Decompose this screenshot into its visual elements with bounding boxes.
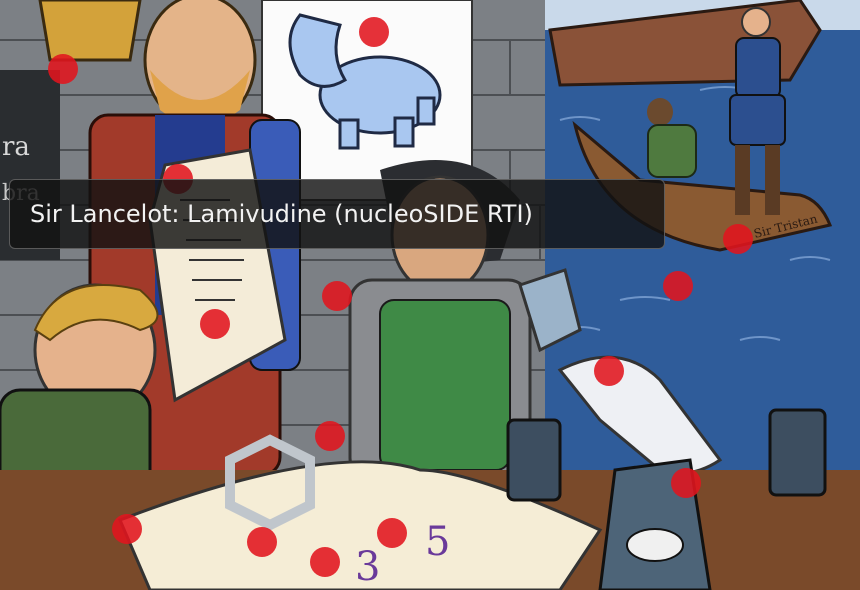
hotspot-boat-tristan[interactable]: [723, 224, 753, 254]
hotspot-amulet[interactable]: [247, 527, 277, 557]
hotspot-water[interactable]: [663, 271, 693, 301]
comic-illustration: ra bra Sir Tristan: [0, 0, 860, 590]
cow-icon: [626, 528, 684, 562]
hotspot-tooltip: Sir Lancelot: Lamivudine (nucleoSIDE RTI…: [9, 179, 665, 249]
hotspot-pitcher[interactable]: [671, 468, 701, 498]
hotspot-book-bottom[interactable]: [310, 547, 340, 577]
hotspot-book-left[interactable]: [112, 514, 142, 544]
hotspot-lancelot-chest[interactable]: [322, 281, 352, 311]
hotspot-gauntlet[interactable]: [315, 421, 345, 451]
mug-3: [768, 408, 827, 497]
hotspot-hippo-poster[interactable]: [359, 17, 389, 47]
mug-2: [506, 418, 562, 502]
hotspot-bandaged-feet[interactable]: [594, 356, 624, 386]
chalkboard-letters-1: ra: [2, 132, 30, 162]
book-number-5: 5: [425, 519, 450, 565]
hotspot-book-numbers[interactable]: [377, 518, 407, 548]
tooltip-text: Sir Lancelot: Lamivudine (nucleoSIDE RTI…: [30, 200, 533, 228]
book-number-3: 3: [355, 544, 380, 590]
hotspot-crown-king[interactable]: [48, 54, 78, 84]
hotspot-scroll-letter[interactable]: [200, 309, 230, 339]
